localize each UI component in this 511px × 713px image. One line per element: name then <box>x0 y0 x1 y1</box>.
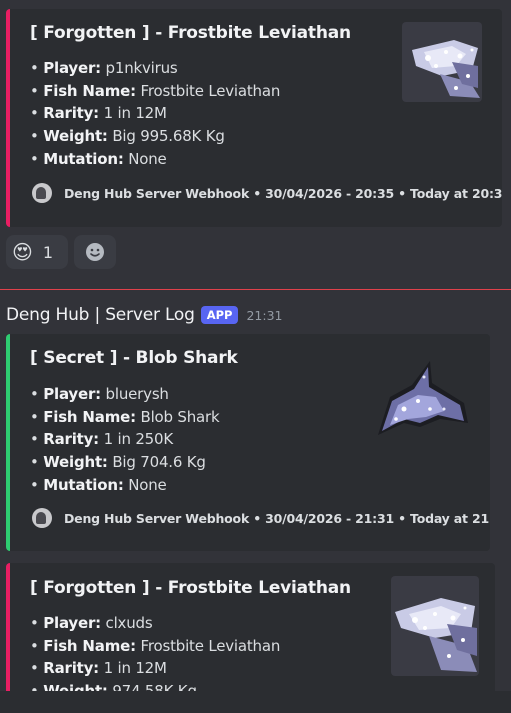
message-header: Deng Hub | Server Log APP 21:31 <box>6 305 283 325</box>
embed-field-rarity: • Rarity: 1 in 250K <box>30 430 173 448</box>
embed-footer-text: Deng Hub Server Webhook • 30/04/2026 - 2… <box>64 510 490 526</box>
frostbite-leviathan-image[interactable] <box>402 22 482 102</box>
webhook-avatar <box>32 508 52 528</box>
embed-title: [ Forgotten ] - Frostbite Leviathan <box>30 23 351 43</box>
app-badge: APP <box>200 306 239 324</box>
embed-field-weight: • Weight: Big 704.6 Kg <box>30 453 206 471</box>
embed-field-weight: • Weight: Big 995.68K Kg <box>30 127 225 145</box>
embed-field-rarity: • Rarity: 1 in 12M <box>30 104 167 122</box>
embed-footer: Deng Hub Server Webhook • 30/04/2026 - 2… <box>32 506 490 530</box>
heart-eyes-emoji: 😍 <box>12 240 33 264</box>
embed-field-player: • Player: p1nkvirus <box>30 59 178 77</box>
embed-field-fish-name: • Fish Name: Frostbite Leviathan <box>30 82 281 100</box>
blob-shark-image[interactable] <box>374 349 474 441</box>
embed-title: [ Forgotten ] - Frostbite Leviathan <box>30 578 351 598</box>
add-reaction-icon <box>86 243 104 261</box>
embed-field-fish-name: • Fish Name: Blob Shark <box>30 408 220 426</box>
embed-field-player: • Player: bluerysh <box>30 385 169 403</box>
embed-title: [ Secret ] - Blob Shark <box>30 348 238 368</box>
embed-field-mutation: • Mutation: None <box>30 150 167 168</box>
webhook-avatar <box>32 183 52 203</box>
bottom-edge-bar <box>0 691 511 713</box>
embed-field-player: • Player: clxuds <box>30 614 153 632</box>
frostbite-leviathan-image[interactable] <box>391 576 479 676</box>
author-name[interactable]: Deng Hub | Server Log <box>6 305 195 325</box>
reaction-heart-eyes[interactable]: 😍 1 <box>6 235 68 269</box>
embed-card: [ Secret ] - Blob Shark • Player: bluery… <box>6 334 490 551</box>
message-timestamp[interactable]: 21:31 <box>246 308 282 323</box>
embed-footer: Deng Hub Server Webhook • 30/04/2026 - 2… <box>32 181 502 205</box>
new-messages-divider <box>0 289 511 290</box>
embed-field-rarity: • Rarity: 1 in 12M <box>30 659 167 677</box>
embed-field-fish-name: • Fish Name: Frostbite Leviathan <box>30 637 281 655</box>
embed-field-mutation: • Mutation: None <box>30 476 167 494</box>
embed-footer-text: Deng Hub Server Webhook • 30/04/2026 - 2… <box>64 185 502 201</box>
add-reaction-button[interactable] <box>74 235 116 269</box>
reaction-count: 1 <box>42 242 54 262</box>
embed-card: [ Forgotten ] - Frostbite Leviathan • Pl… <box>6 9 502 227</box>
